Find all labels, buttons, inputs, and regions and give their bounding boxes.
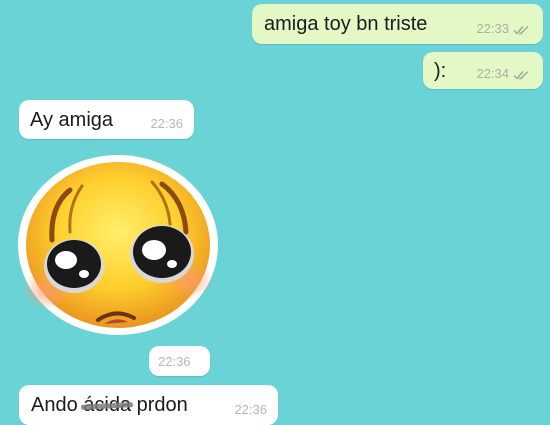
message-time: 22:36	[234, 402, 267, 417]
outgoing-message[interactable]: amiga toy bn triste 22:33	[252, 4, 543, 44]
message-time: 22:36	[158, 354, 191, 369]
pleading-face-sticker[interactable]	[12, 148, 224, 338]
message-time: 22:36	[150, 116, 183, 131]
incoming-message[interactable]: Ay amiga 22:36	[19, 100, 194, 139]
message-text: Ay amiga	[30, 108, 114, 131]
message-time: 22:33	[476, 21, 509, 36]
sticker-time-badge: 22:36	[149, 346, 210, 376]
incoming-message[interactable]: Ando ácida prdon 22:36	[19, 385, 278, 425]
message-text-part: Ando	[31, 394, 84, 416]
message-text: amiga toy bn triste	[264, 13, 428, 35]
message-text: Ando ácida prdon	[31, 395, 188, 415]
struck-out-word: ácida	[83, 394, 132, 416]
outgoing-message[interactable]: ): 22:34	[423, 52, 543, 89]
read-double-check-icon	[513, 26, 529, 35]
message-text: ):	[434, 59, 447, 82]
message-text-part: prdon	[131, 394, 188, 416]
read-double-check-icon	[513, 71, 529, 80]
message-time: 22:34	[476, 66, 509, 81]
chat-thread: amiga toy bn triste 22:33 ): 22:34 Ay am…	[0, 0, 550, 425]
